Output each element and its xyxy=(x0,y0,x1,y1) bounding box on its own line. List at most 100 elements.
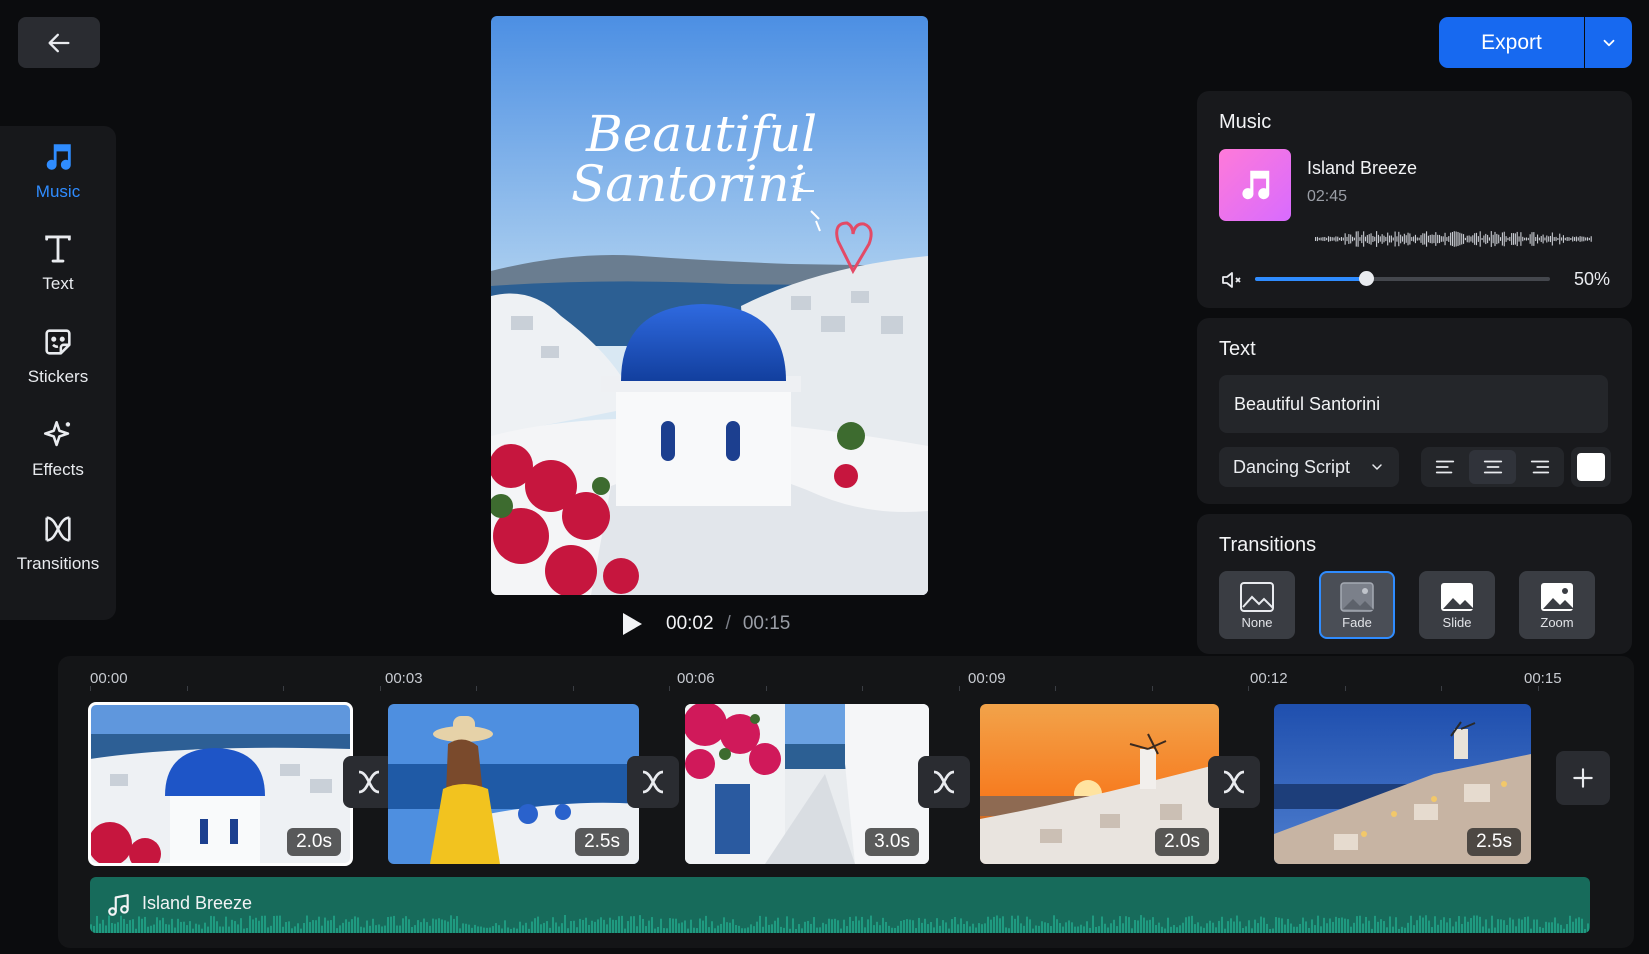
font-dropdown[interactable]: Dancing Script xyxy=(1219,447,1399,487)
align-right-button[interactable] xyxy=(1516,447,1564,487)
audio-waveform-bar xyxy=(186,925,188,933)
waveform-bar xyxy=(1549,235,1552,243)
waveform-bar xyxy=(1348,234,1350,244)
audio-waveform-bar xyxy=(153,924,155,933)
tool-transitions[interactable]: Transitions xyxy=(0,498,116,588)
audio-waveform-bar xyxy=(573,920,575,933)
waveform-bar xyxy=(1455,231,1457,247)
audio-waveform-bar xyxy=(660,918,662,933)
transition-slide[interactable]: Slide xyxy=(1419,571,1495,639)
audio-waveform-bar xyxy=(810,923,812,933)
audio-waveform-bar xyxy=(987,916,989,933)
waveform-bar xyxy=(1333,237,1335,241)
audio-waveform-bar xyxy=(894,927,896,933)
audio-waveform-bar xyxy=(225,916,227,933)
audio-waveform-bar xyxy=(756,921,758,933)
audio-waveform-bar xyxy=(540,924,542,933)
audio-waveform-bar xyxy=(330,920,332,933)
export-options-button[interactable] xyxy=(1585,17,1632,68)
audio-waveform-bar xyxy=(1047,923,1049,933)
timeline-clip[interactable]: 3.0s xyxy=(685,704,929,864)
volume-slider-handle[interactable] xyxy=(1358,271,1374,286)
clip-transition-button[interactable] xyxy=(918,756,970,808)
ruler-tick xyxy=(1344,686,1346,691)
audio-waveform-bar xyxy=(438,918,440,933)
tool-music[interactable]: Music xyxy=(0,126,116,216)
audio-waveform-bar xyxy=(288,921,290,933)
audio-waveform-bar xyxy=(633,916,635,933)
waveform-bar xyxy=(1435,232,1437,246)
audio-waveform-bar xyxy=(489,927,491,933)
waveform-bar xyxy=(1564,237,1566,241)
audio-waveform-bar xyxy=(639,915,641,933)
timeline-clip[interactable]: 2.0s xyxy=(980,704,1219,864)
audio-waveform-bar xyxy=(1536,919,1538,933)
audio-waveform-bar xyxy=(216,921,218,933)
tool-effects[interactable]: Effects xyxy=(0,404,116,494)
text-color-picker[interactable] xyxy=(1571,447,1611,487)
audio-waveform-bar xyxy=(750,924,752,933)
clip-transition-button[interactable] xyxy=(1208,756,1260,808)
align-center-button[interactable] xyxy=(1468,450,1517,484)
volume-slider[interactable] xyxy=(1255,271,1550,286)
video-preview[interactable]: Beautiful Santorini xyxy=(491,16,928,595)
audio-waveform-bar xyxy=(255,917,257,933)
transition-fade[interactable]: Fade xyxy=(1319,571,1395,639)
waveform-bar xyxy=(1403,233,1405,245)
audio-waveform-bar xyxy=(747,927,749,933)
waveform-bar xyxy=(1318,237,1320,241)
waveform-bar xyxy=(1329,236,1331,242)
audio-waveform-bar xyxy=(1527,916,1529,933)
audio-waveform-bar xyxy=(645,926,647,933)
audio-waveform-bar xyxy=(1362,923,1364,933)
ruler-tick xyxy=(669,686,670,691)
audio-waveform-bar xyxy=(1419,915,1421,933)
audio-waveform-bar xyxy=(1566,924,1568,933)
audio-waveform-bar xyxy=(816,927,818,933)
audio-waveform-bar xyxy=(1113,919,1115,933)
timeline-clip[interactable]: 2.5s xyxy=(1274,704,1531,864)
waveform-bar xyxy=(1379,236,1381,242)
waveform-bar xyxy=(1522,236,1524,242)
audio-waveform-bar xyxy=(921,922,923,933)
waveform-bar xyxy=(1570,237,1572,241)
audio-waveform-bar xyxy=(333,915,335,933)
audio-waveform-bar xyxy=(207,926,209,933)
waveform-bar xyxy=(1411,237,1413,241)
audio-waveform-bar xyxy=(1197,922,1199,933)
tool-text[interactable]: Text xyxy=(0,218,116,308)
transition-zoom[interactable]: Zoom xyxy=(1519,571,1595,639)
audio-waveform-bar xyxy=(1182,922,1184,933)
add-clip-button[interactable] xyxy=(1556,751,1610,805)
volume-icon[interactable] xyxy=(1219,268,1243,292)
audio-waveform-bar xyxy=(861,916,863,933)
waveform-bar xyxy=(1387,232,1389,246)
waveform-bar xyxy=(1405,235,1407,243)
audio-waveform-bar xyxy=(1101,916,1103,933)
audio-track[interactable]: Island Breeze xyxy=(90,877,1590,933)
timeline-clip[interactable]: 2.5s xyxy=(388,704,639,864)
audio-waveform-bar xyxy=(1476,915,1478,933)
audio-waveform-bar xyxy=(591,920,593,933)
waveform-bar xyxy=(1575,236,1577,242)
audio-waveform-bar xyxy=(1059,923,1061,933)
waveform-bar xyxy=(1450,232,1452,246)
audio-waveform-bar xyxy=(969,926,971,933)
transition-none[interactable]: None xyxy=(1219,571,1295,639)
audio-waveform-bar xyxy=(345,919,347,933)
export-button[interactable]: Export xyxy=(1439,17,1584,68)
play-icon[interactable] xyxy=(620,611,644,637)
audio-waveform-bar xyxy=(1557,923,1559,933)
clip-transition-button[interactable] xyxy=(627,756,679,808)
text-content-input[interactable] xyxy=(1219,375,1608,433)
tool-stickers[interactable]: Stickers xyxy=(0,311,116,401)
audio-waveform-bar xyxy=(1452,926,1454,933)
audio-waveform-bar xyxy=(1428,920,1430,933)
audio-waveform-bar xyxy=(906,919,908,933)
timeline-clip[interactable]: 2.0s xyxy=(88,702,353,866)
back-button[interactable] xyxy=(18,17,100,68)
waveform-bar xyxy=(1538,237,1540,241)
audio-waveform-bar xyxy=(282,926,284,933)
align-left-button[interactable] xyxy=(1421,447,1469,487)
ruler-tick xyxy=(476,686,477,691)
